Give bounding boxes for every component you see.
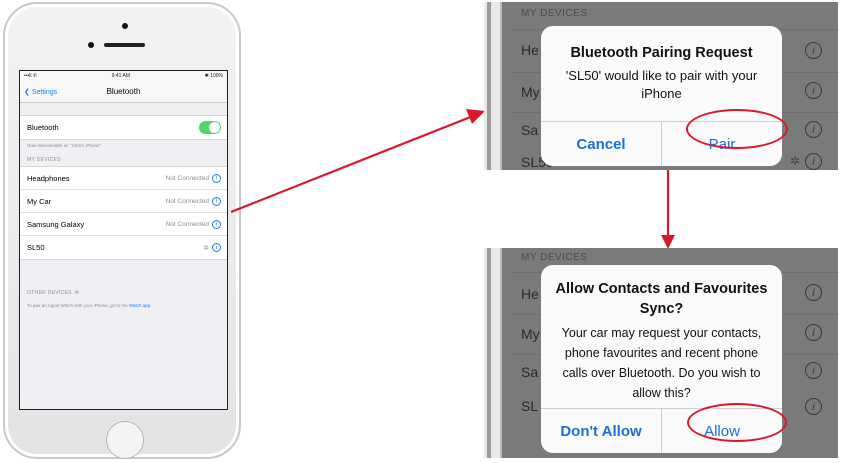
info-icon[interactable]: i bbox=[212, 173, 221, 183]
info-icon: i bbox=[805, 121, 822, 138]
bg-row: He bbox=[521, 286, 539, 302]
bg-row: He bbox=[521, 42, 539, 58]
arrowhead bbox=[466, 109, 485, 124]
navigation-bar: ❮ Settings Bluetooth bbox=[20, 81, 227, 103]
contacts-sync-screenshot: MY DEVICES He i My i Sa i SL i Allow Con… bbox=[484, 248, 838, 458]
info-icon[interactable]: i bbox=[212, 196, 221, 206]
arrow-to-pairing bbox=[230, 114, 474, 214]
bluetooth-switch[interactable] bbox=[199, 121, 221, 134]
spinner-icon: ✲ bbox=[789, 154, 800, 168]
info-icon: i bbox=[805, 398, 822, 415]
bg-row: My bbox=[521, 326, 540, 342]
info-icon: i bbox=[805, 362, 822, 379]
info-icon: i bbox=[805, 153, 822, 170]
bg-section-header: MY DEVICES bbox=[521, 8, 588, 19]
highlight-ring bbox=[686, 109, 788, 149]
back-label: Settings bbox=[31, 88, 58, 96]
arrowhead bbox=[661, 235, 675, 249]
info-icon: i bbox=[805, 82, 822, 99]
device-row-my-car[interactable]: My Car Not Connected i bbox=[20, 190, 227, 213]
watch-note: To pair an Apple Watch with your iPhone,… bbox=[20, 299, 227, 313]
info-icon[interactable]: i bbox=[212, 243, 221, 252]
iphone-mockup: •••ll ✆ 9:41 AM ✱ 100% ❮ Settings Blueto… bbox=[3, 2, 241, 459]
pairing-request-screenshot: MY DEVICES He i My i Sa i SL50 ✲ i Bluet… bbox=[484, 2, 838, 170]
device-row-sl50[interactable]: SL50 ✲ i bbox=[20, 236, 227, 259]
phone-edge bbox=[484, 2, 502, 170]
battery-indicator: ✱ 100% bbox=[204, 73, 223, 79]
watch-app-link[interactable]: Watch app. bbox=[129, 303, 152, 308]
device-status: Not Connected bbox=[165, 197, 209, 205]
device-name: My Car bbox=[27, 196, 52, 206]
bluetooth-settings-screen: •••ll ✆ 9:41 AM ✱ 100% ❮ Settings Blueto… bbox=[19, 70, 228, 410]
proximity-sensor bbox=[88, 42, 94, 48]
chevron-left-icon: ❮ bbox=[24, 88, 30, 96]
info-icon: i bbox=[805, 42, 822, 59]
device-row-samsung-galaxy[interactable]: Samsung Galaxy Not Connected i bbox=[20, 213, 227, 236]
alert-title: Bluetooth Pairing Request bbox=[570, 45, 753, 61]
bluetooth-toggle-row: Bluetooth bbox=[20, 116, 227, 139]
info-icon[interactable]: i bbox=[212, 219, 221, 229]
cancel-button[interactable]: Cancel bbox=[541, 122, 662, 166]
dont-allow-button[interactable]: Don't Allow bbox=[541, 409, 662, 453]
device-row-headphones[interactable]: Headphones Not Connected i bbox=[20, 167, 227, 190]
status-time: 9:41 AM bbox=[111, 73, 131, 79]
device-name: Samsung Galaxy bbox=[27, 219, 85, 229]
bg-section-header: MY DEVICES bbox=[521, 252, 588, 263]
bg-row: My bbox=[521, 84, 540, 100]
info-icon: i bbox=[805, 324, 822, 341]
alert-message: Your car may request your contacts, phon… bbox=[561, 326, 762, 400]
signal-indicator: •••ll ✆ bbox=[24, 73, 38, 79]
bg-row: Sa bbox=[521, 122, 539, 138]
bg-row: SL bbox=[521, 398, 539, 414]
status-bar: •••ll ✆ 9:41 AM ✱ 100% bbox=[20, 71, 227, 81]
other-devices-header: OTHER DEVICES ✲ bbox=[20, 260, 227, 299]
my-devices-list: Headphones Not Connected i My Car Not Co… bbox=[20, 166, 227, 260]
tutorial-figure: •••ll ✆ 9:41 AM ✱ 100% ❮ Settings Blueto… bbox=[0, 0, 848, 463]
highlight-ring bbox=[687, 403, 787, 442]
front-camera bbox=[122, 23, 128, 29]
spinner-icon: ✲ bbox=[74, 290, 80, 296]
bluetooth-label: Bluetooth bbox=[27, 123, 59, 132]
earpiece-speaker bbox=[104, 43, 145, 47]
alert-message: 'SL50' would like to pair with your iPho… bbox=[565, 68, 758, 101]
discoverable-note: Now discoverable as "John's iPhone". bbox=[27, 143, 103, 148]
device-name: SL50 bbox=[27, 243, 45, 252]
device-status: Not Connected bbox=[165, 174, 209, 182]
bg-row: Sa bbox=[521, 364, 539, 380]
device-status: Not Connected bbox=[165, 220, 209, 228]
my-devices-header: MY DEVICES bbox=[27, 157, 61, 163]
device-name: Headphones bbox=[27, 173, 70, 183]
spinner-icon: ✲ bbox=[203, 244, 209, 252]
info-icon: i bbox=[805, 284, 822, 301]
back-button[interactable]: ❮ Settings bbox=[24, 88, 57, 96]
other-devices-label: OTHER DEVICES bbox=[27, 290, 72, 296]
alert-title: Allow Contacts and Favourites Sync? bbox=[555, 281, 768, 317]
bluetooth-toggle-group: Bluetooth bbox=[20, 115, 227, 140]
home-button[interactable] bbox=[106, 421, 144, 459]
phone-edge bbox=[484, 248, 502, 458]
watch-note-text: To pair an Apple Watch with your iPhone,… bbox=[27, 303, 128, 308]
